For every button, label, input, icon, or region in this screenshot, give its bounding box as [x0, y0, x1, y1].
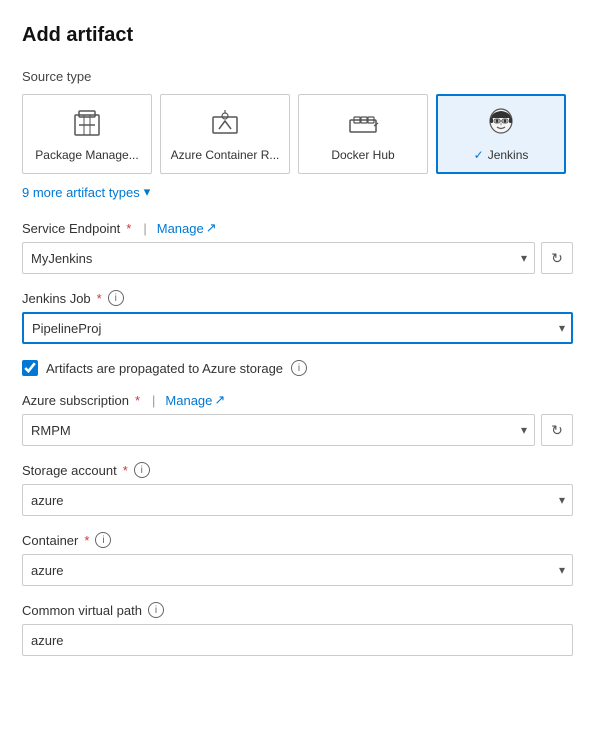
external-link-icon: ↗ [206, 220, 217, 236]
azure-subscription-select[interactable]: RMPM [22, 414, 535, 446]
service-endpoint-label-row: Service Endpoint * | Manage ↗ [22, 220, 573, 236]
propagate-checkbox[interactable] [22, 360, 38, 376]
jenkins-job-label-text: Jenkins Job [22, 291, 91, 306]
azure-subscription-select-wrapper: RMPM ▾ [22, 414, 535, 446]
jenkins-label: Jenkins [488, 148, 529, 162]
container-info-icon[interactable]: i [95, 532, 111, 548]
service-endpoint-select-wrapper: MyJenkins ▾ [22, 242, 535, 274]
storage-account-group: Storage account * i azure ▾ [22, 462, 573, 516]
package-manager-label: Package Manage... [35, 148, 138, 162]
storage-account-label-row: Storage account * i [22, 462, 573, 478]
service-endpoint-label-text: Service Endpoint [22, 221, 120, 236]
source-type-selector: Package Manage... Azure Container R... D… [22, 94, 573, 174]
source-type-docker-hub[interactable]: Docker Hub [298, 94, 428, 174]
container-select-wrapper: azure ▾ [22, 554, 573, 586]
service-endpoint-input-row: MyJenkins ▾ ↻ [22, 242, 573, 274]
common-virtual-path-group: Common virtual path i [22, 602, 573, 656]
container-required: * [84, 533, 89, 548]
jenkins-job-group: Jenkins Job * i PipelineProj ▾ [22, 290, 573, 344]
more-artifacts-link[interactable]: 9 more artifact types ▾ [22, 184, 573, 200]
propagate-checkbox-label: Artifacts are propagated to Azure storag… [46, 361, 283, 376]
docker-hub-label: Docker Hub [331, 148, 394, 162]
service-endpoint-required: * [126, 221, 131, 236]
azure-subscription-refresh-button[interactable]: ↻ [541, 414, 573, 446]
source-type-package-manager[interactable]: Package Manage... [22, 94, 152, 174]
jenkins-checkmark: ✓ [474, 148, 484, 162]
common-virtual-path-label-row: Common virtual path i [22, 602, 573, 618]
container-label-text: Container [22, 533, 78, 548]
source-type-azure-container[interactable]: Azure Container R... [160, 94, 290, 174]
azure-subscription-manage-link[interactable]: Manage ↗ [165, 392, 225, 408]
jenkins-icon [483, 106, 519, 142]
jenkins-job-info-icon[interactable]: i [108, 290, 124, 306]
service-endpoint-manage-link[interactable]: Manage ↗ [157, 220, 217, 236]
propagate-checkbox-row: Artifacts are propagated to Azure storag… [22, 360, 573, 376]
azure-manage-label: Manage [165, 393, 212, 408]
source-type-label: Source type [22, 69, 573, 84]
storage-account-label-text: Storage account [22, 463, 117, 478]
storage-account-required: * [123, 463, 128, 478]
azure-external-link-icon: ↗ [214, 392, 225, 408]
service-endpoint-select[interactable]: MyJenkins [22, 242, 535, 274]
azure-container-icon [207, 106, 243, 142]
common-virtual-path-info-icon[interactable]: i [148, 602, 164, 618]
azure-subscription-label-row: Azure subscription * | Manage ↗ [22, 392, 573, 408]
storage-account-select[interactable]: azure [22, 484, 573, 516]
service-endpoint-refresh-button[interactable]: ↻ [541, 242, 573, 274]
jenkins-job-select-wrapper: PipelineProj ▾ [22, 312, 573, 344]
container-label-row: Container * i [22, 532, 573, 548]
source-type-jenkins[interactable]: ✓ Jenkins [436, 94, 566, 174]
jenkins-job-required: * [97, 291, 102, 306]
storage-account-info-icon[interactable]: i [134, 462, 150, 478]
service-endpoint-group: Service Endpoint * | Manage ↗ MyJenkins … [22, 220, 573, 274]
jenkins-job-label-row: Jenkins Job * i [22, 290, 573, 306]
azure-container-label: Azure Container R... [171, 148, 280, 162]
azure-subscription-input-row: RMPM ▾ ↻ [22, 414, 573, 446]
package-icon [69, 106, 105, 142]
common-virtual-path-label-text: Common virtual path [22, 603, 142, 618]
propagate-info-icon[interactable]: i [291, 360, 307, 376]
manage-label: Manage [157, 221, 204, 236]
azure-subscription-label-text: Azure subscription [22, 393, 129, 408]
docker-hub-icon [345, 106, 381, 142]
azure-subscription-required: * [135, 393, 140, 408]
more-artifacts-text: 9 more artifact types [22, 185, 140, 200]
jenkins-job-select[interactable]: PipelineProj [22, 312, 573, 344]
container-group: Container * i azure ▾ [22, 532, 573, 586]
azure-subscription-group: Azure subscription * | Manage ↗ RMPM ▾ ↻ [22, 392, 573, 446]
page-title: Add artifact [22, 24, 573, 47]
container-select[interactable]: azure [22, 554, 573, 586]
chevron-down-icon: ▾ [144, 184, 151, 200]
common-virtual-path-input[interactable] [22, 624, 573, 656]
storage-account-select-wrapper: azure ▾ [22, 484, 573, 516]
